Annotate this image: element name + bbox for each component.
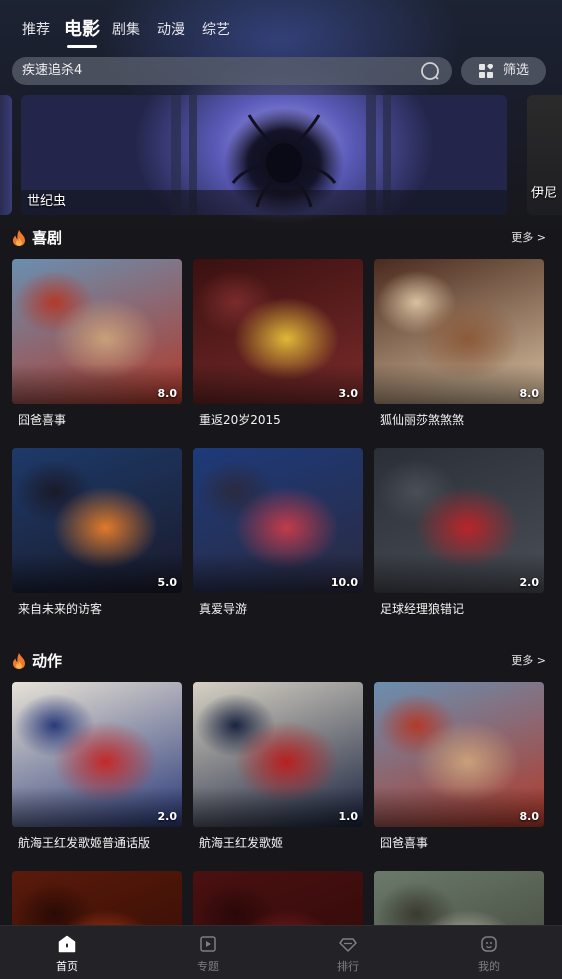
movie-card[interactable]: 8.0 囧爸喜事	[12, 259, 182, 428]
tabbar-label: 排行	[337, 960, 359, 973]
banner-next[interactable]: 伊尼	[527, 95, 562, 215]
search-icon[interactable]	[420, 61, 440, 81]
tab-anime[interactable]: 动漫	[157, 14, 185, 46]
tabbar-home[interactable]: 首页	[22, 926, 112, 979]
more-link[interactable]: 更多 >	[511, 225, 546, 251]
movie-poster[interactable]: 2.0	[12, 682, 182, 827]
profile-face-icon	[481, 936, 497, 952]
poster-shade	[374, 553, 544, 593]
rating-score: 8.0	[519, 810, 540, 823]
bottom-tab-bar: 首页 专题 排行 我的	[0, 925, 562, 979]
play-square-icon	[200, 936, 216, 952]
movie-title: 足球经理狼错记	[380, 602, 465, 616]
poster-shade	[12, 787, 182, 827]
more-link[interactable]: 更多 >	[511, 648, 546, 674]
movie-poster[interactable]: 1.0	[193, 682, 363, 827]
tabbar-label: 我的	[478, 960, 500, 973]
movie-card[interactable]: 3.0 重返20岁2015	[193, 259, 363, 428]
movie-title: 重返20岁2015	[199, 413, 281, 427]
movie-poster[interactable]: 2.0	[374, 448, 544, 593]
movie-card[interactable]: 1.0 航海王红发歌姬	[193, 682, 363, 851]
tab-recommend[interactable]: 推荐	[22, 14, 50, 46]
rating-score: 5.0	[157, 576, 178, 589]
poster-shade	[374, 787, 544, 827]
diamond-icon	[339, 938, 357, 952]
rating-score: 2.0	[519, 576, 540, 589]
tab-series[interactable]: 剧集	[112, 14, 140, 46]
movie-poster[interactable]: 8.0	[374, 682, 544, 827]
movie-card[interactable]: 10.0 真爱导游	[193, 448, 363, 617]
fire-icon	[13, 230, 25, 246]
rating-score: 1.0	[338, 810, 359, 823]
rating-score: 8.0	[157, 387, 178, 400]
movie-title: 来自未来的访客	[18, 602, 103, 616]
movie-title: 航海王红发歌姬普通话版	[18, 836, 151, 850]
movie-title: 航海王红发歌姬	[199, 836, 284, 850]
banner-next-title: 伊尼	[531, 186, 558, 201]
tabbar-ranking[interactable]: 排行	[303, 926, 393, 979]
movie-title: 真爱导游	[199, 602, 248, 616]
movie-card[interactable]: 5.0 来自未来的访客	[12, 448, 182, 617]
filter-label: 筛选	[503, 63, 530, 78]
movie-title: 囧爸喜事	[18, 413, 67, 427]
poster-shade	[12, 364, 182, 404]
banner-featured[interactable]: 世纪虫	[21, 95, 507, 215]
tabbar-label: 专题	[197, 960, 219, 973]
banner-previous[interactable]	[0, 95, 12, 215]
grid-filter-icon	[479, 64, 493, 78]
section-header-action: 动作 更多 >	[0, 648, 562, 674]
poster-shade	[193, 787, 363, 827]
search-input[interactable]: 疾速追杀4	[22, 57, 82, 85]
section-title: 喜剧	[32, 229, 63, 247]
movie-poster[interactable]: 10.0	[193, 448, 363, 593]
poster-shade	[193, 364, 363, 404]
poster-shade	[12, 553, 182, 593]
filter-button[interactable]: 筛选	[461, 57, 546, 85]
rating-score: 8.0	[519, 387, 540, 400]
tab-movies[interactable]: 电影	[64, 14, 100, 48]
top-category-tabs: 推荐 电影 剧集 动漫 综艺	[0, 14, 562, 50]
tabbar-mine[interactable]: 我的	[444, 926, 534, 979]
tabbar-topics[interactable]: 专题	[163, 926, 253, 979]
poster-shade	[374, 364, 544, 404]
tab-variety[interactable]: 综艺	[202, 14, 230, 46]
movie-card[interactable]: 8.0 狐仙丽莎煞煞煞	[374, 259, 544, 428]
banner-artwork	[21, 95, 507, 215]
movie-title: 囧爸喜事	[380, 836, 429, 850]
movie-poster[interactable]: 8.0	[12, 259, 182, 404]
search-bar[interactable]: 疾速追杀4	[12, 57, 452, 85]
banner-title: 世纪虫	[27, 194, 67, 209]
movie-card[interactable]: 2.0 航海王红发歌姬普通话版	[12, 682, 182, 851]
movie-poster[interactable]: 5.0	[12, 448, 182, 593]
movie-poster[interactable]: 3.0	[193, 259, 363, 404]
movie-poster[interactable]: 8.0	[374, 259, 544, 404]
movie-card[interactable]: 2.0 足球经理狼错记	[374, 448, 544, 617]
rating-score: 3.0	[338, 387, 359, 400]
section-title: 动作	[32, 652, 63, 670]
home-icon	[58, 935, 76, 953]
movie-card[interactable]: 8.0 囧爸喜事	[374, 682, 544, 851]
rating-score: 2.0	[157, 810, 178, 823]
tabbar-label: 首页	[56, 960, 78, 973]
movie-title: 狐仙丽莎煞煞煞	[380, 413, 465, 427]
section-header-comedy: 喜剧 更多 >	[0, 225, 562, 251]
fire-icon	[13, 653, 25, 669]
rating-score: 10.0	[330, 576, 358, 589]
